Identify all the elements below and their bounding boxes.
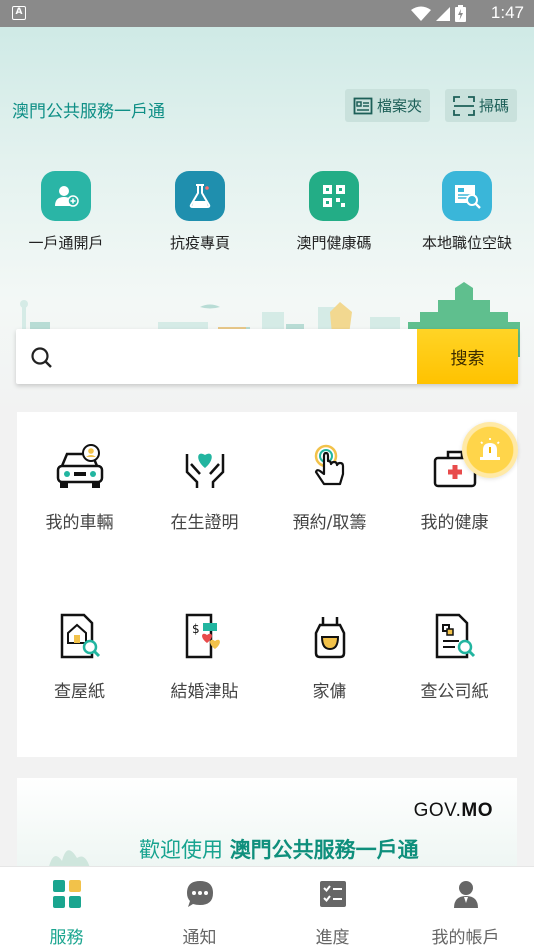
service-label: 查公司紙 <box>420 682 489 702</box>
flask-icon <box>175 171 225 221</box>
id-card-icon <box>353 97 373 114</box>
nav-label: 服務 <box>49 928 84 948</box>
services-grid: 我的車輛 在生證明 預約/取籌 我的健康 查屋紙 $ 結婚津貼 家傭 查公司紙 <box>17 412 517 757</box>
service-label: 結婚津貼 <box>170 682 239 702</box>
welcome-text: 歡迎使用 澳門公共服務一戶通 <box>139 838 419 862</box>
quick-link-label: 一戶通開戶 <box>28 234 104 252</box>
house-doc-icon <box>52 609 108 665</box>
search-bar: 搜索 <box>16 329 518 384</box>
status-time: 1:47 <box>490 3 524 22</box>
service-label: 預約/取籌 <box>292 513 367 533</box>
gov-mo-logo: GOV.MO <box>413 800 493 821</box>
service-label: 我的健康 <box>420 513 489 533</box>
notification-icon: A <box>12 6 26 20</box>
folder-button[interactable]: 檔案夾 <box>345 89 431 122</box>
siren-icon <box>480 438 500 460</box>
emergency-alarm-button[interactable] <box>462 422 518 478</box>
company-doc-icon <box>427 609 483 665</box>
person-icon <box>453 881 478 908</box>
app-screen: A 1:47 澳門公共服務一戶通 檔案夾 掃碼 一戶通開戶 抗疫專頁 澳門健康碼… <box>0 0 534 950</box>
nav-notifications[interactable]: 通知 <box>133 867 266 950</box>
service-domestic-helper[interactable]: 家傭 <box>267 609 392 702</box>
status-icons <box>411 5 466 22</box>
service-appointment[interactable]: 預約/取籌 <box>267 440 392 533</box>
nav-my-account[interactable]: 我的帳戶 <box>399 867 532 950</box>
app-title: 澳門公共服務一戶通 <box>12 102 165 122</box>
service-property-register[interactable]: 查屋紙 <box>17 609 142 702</box>
quick-link-label: 澳門健康碼 <box>296 234 372 252</box>
quick-link-health-code[interactable]: 澳門健康碼 <box>274 171 394 253</box>
search-icon <box>31 347 52 368</box>
wifi-icon <box>411 6 431 21</box>
battery-icon <box>455 5 466 22</box>
quick-link-open-account[interactable]: 一戶通開戶 <box>6 171 126 253</box>
search-input[interactable] <box>66 329 416 384</box>
checklist-icon <box>319 881 346 907</box>
scan-icon <box>453 95 475 116</box>
quick-link-jobs[interactable]: 本地職位空缺 <box>407 171 527 253</box>
grid-icon <box>52 880 81 908</box>
service-life-certificate[interactable]: 在生證明 <box>142 440 267 533</box>
search-button[interactable]: 搜索 <box>417 329 518 384</box>
service-my-vehicles[interactable]: 我的車輛 <box>17 440 142 533</box>
service-marriage-allowance[interactable]: $ 結婚津貼 <box>142 609 267 702</box>
chat-icon <box>186 881 213 907</box>
nav-label: 進度 <box>315 928 350 948</box>
marriage-doc-icon: $ <box>177 609 233 665</box>
tap-hand-icon <box>302 440 358 496</box>
service-label: 在生證明 <box>170 513 239 533</box>
service-label: 查屋紙 <box>54 682 105 702</box>
status-bar: A 1:47 <box>0 0 534 27</box>
hands-heart-icon <box>177 440 233 496</box>
tree-illustration <box>48 850 90 868</box>
nav-label: 通知 <box>182 928 217 948</box>
bottom-navigation: 服務 通知 進度 我的帳戶 <box>0 866 534 950</box>
folder-button-label: 檔案夾 <box>377 97 423 115</box>
quick-link-epidemic[interactable]: 抗疫專頁 <box>140 171 260 253</box>
scan-button-label: 掃碼 <box>479 97 510 115</box>
signal-icon <box>436 6 450 21</box>
nav-label: 我的帳戶 <box>431 928 500 948</box>
job-search-icon <box>442 171 492 221</box>
service-label: 家傭 <box>312 682 347 702</box>
quick-link-label: 抗疫專頁 <box>169 234 230 252</box>
user-add-icon <box>41 171 91 221</box>
nav-services[interactable]: 服務 <box>0 867 133 950</box>
service-company-register[interactable]: 查公司紙 <box>392 609 517 702</box>
quick-link-label: 本地職位空缺 <box>421 234 512 252</box>
nav-progress[interactable]: 進度 <box>266 867 399 950</box>
service-label: 我的車輛 <box>45 513 114 533</box>
qr-code-icon <box>309 171 359 221</box>
svg-text:$: $ <box>192 622 200 636</box>
car-icon <box>52 440 108 496</box>
scan-button[interactable]: 掃碼 <box>445 89 518 122</box>
apron-icon <box>302 609 358 665</box>
welcome-banner[interactable]: GOV.MO 歡迎使用 澳門公共服務一戶通 <box>17 778 517 868</box>
